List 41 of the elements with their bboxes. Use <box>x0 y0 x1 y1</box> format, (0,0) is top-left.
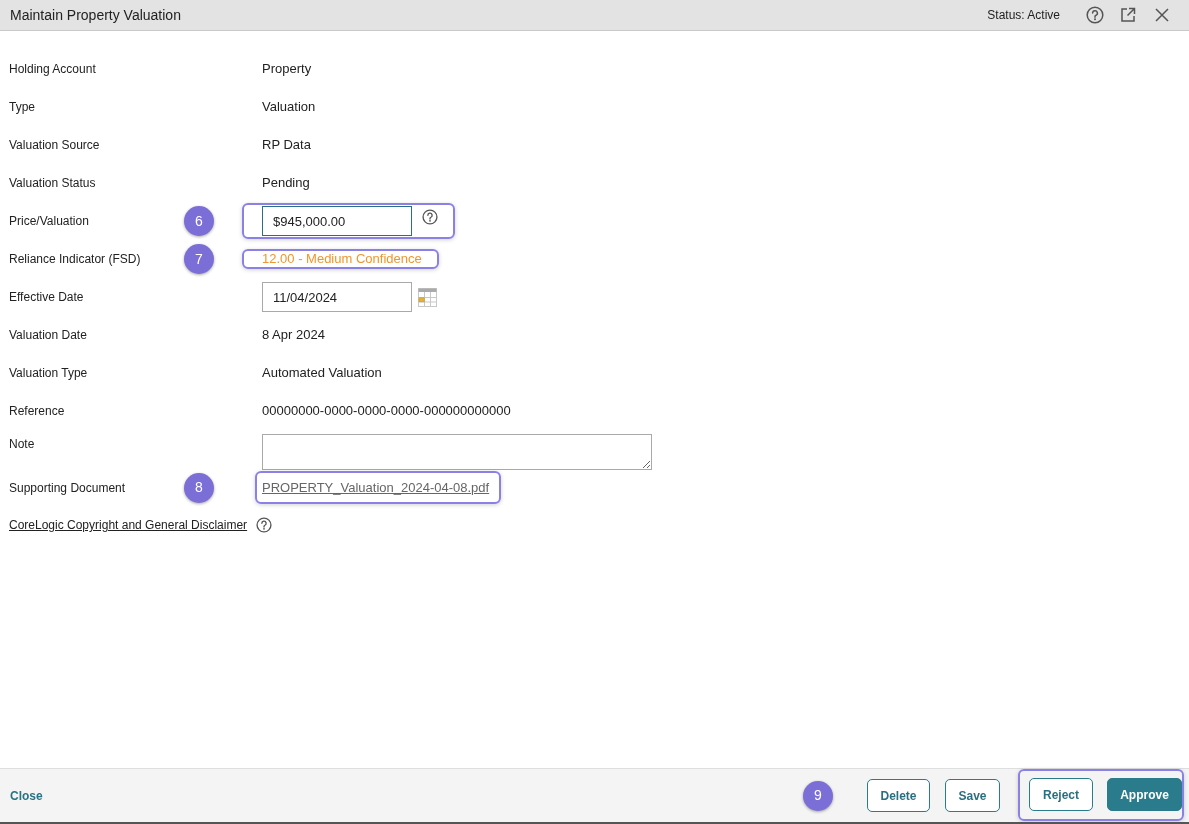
close-link[interactable]: Close <box>10 786 43 805</box>
field-label: Valuation Date <box>9 327 88 344</box>
action-button[interactable]: Save <box>945 779 1000 812</box>
field-label: Holding Account <box>9 61 97 78</box>
reliance-text: 12.00 - Medium Confidence <box>262 250 422 269</box>
field-value: Valuation <box>262 98 316 117</box>
field-label: Valuation Status <box>9 175 97 192</box>
field-value: 8 Apr 2024 <box>262 326 325 345</box>
field-label: Reliance Indicator (FSD) <box>9 251 142 268</box>
window-title: Maintain Property Valuation <box>10 5 181 25</box>
callout-marker: 8 <box>184 472 214 503</box>
status-text: Status: Active <box>987 7 1060 24</box>
field-value: Automated Valuation <box>262 364 382 383</box>
popout-icon[interactable] <box>1120 7 1136 23</box>
input-field[interactable]: $945,000.00 <box>262 206 412 236</box>
help-icon[interactable] <box>422 209 438 225</box>
field-label: Reference <box>9 403 66 420</box>
field-label: Price/Valuation <box>9 213 90 230</box>
field-label: Note <box>9 436 36 453</box>
action-button[interactable]: Approve <box>1107 778 1182 811</box>
document-link[interactable]: PROPERTY_Valuation_2024-04-08.pdf <box>262 477 490 498</box>
field-value: Property <box>262 60 312 79</box>
action-button[interactable]: Delete <box>867 779 930 812</box>
field-value: Pending <box>262 174 310 193</box>
field-label: Effective Date <box>9 289 85 306</box>
close-icon[interactable] <box>1155 8 1169 22</box>
callout-marker: 9 <box>803 780 833 811</box>
help-icon[interactable] <box>256 517 273 533</box>
field-label: Type <box>9 99 36 116</box>
disclaimer-link[interactable]: CoreLogic Copyright and General Disclaimer <box>9 516 248 534</box>
field-label: Valuation Source <box>9 137 101 154</box>
field-label: Valuation Type <box>9 365 89 382</box>
note-field[interactable] <box>262 434 652 470</box>
callout-marker: 6 <box>184 206 214 236</box>
callout-marker: 7 <box>184 244 214 274</box>
field-label: Supporting Document <box>9 479 127 497</box>
field-value: RP Data <box>262 136 311 155</box>
date-field[interactable]: 11/04/2024 <box>262 282 412 312</box>
help-icon[interactable] <box>1086 6 1104 24</box>
field-value: 00000000-0000-0000-0000-000000000000 <box>262 402 511 421</box>
action-button[interactable]: Reject <box>1029 778 1093 811</box>
